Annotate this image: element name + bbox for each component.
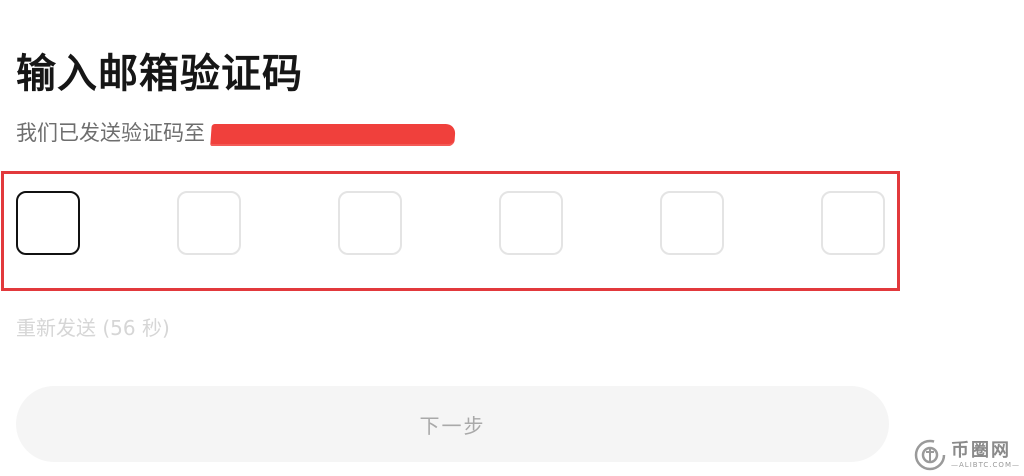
code-digit-box-2[interactable]: [177, 191, 241, 255]
coin-logo-icon: [914, 439, 946, 471]
code-digit-box-6[interactable]: [821, 191, 885, 255]
watermark-name: 币圈网: [951, 439, 1012, 461]
page-title: 输入邮箱验证码: [16, 51, 303, 97]
code-digit-box-4[interactable]: [499, 191, 563, 255]
watermark-url: —ALIBTC.COM—: [951, 460, 1020, 469]
next-step-button[interactable]: 下一步: [16, 386, 889, 462]
redacted-email: [210, 124, 456, 146]
code-input-highlight-frame: [1, 171, 900, 291]
verification-sent-text: 我们已发送验证码至: [16, 118, 456, 148]
subtitle-label: 我们已发送验证码至: [16, 121, 205, 145]
code-digit-box-3[interactable]: [338, 191, 402, 255]
code-digit-box-5[interactable]: [660, 191, 724, 255]
resend-countdown: 重新发送 (56 秒): [16, 316, 170, 340]
code-digit-box-1[interactable]: [16, 191, 80, 255]
site-watermark: 币圈网 —ALIBTC.COM—: [913, 438, 1020, 472]
